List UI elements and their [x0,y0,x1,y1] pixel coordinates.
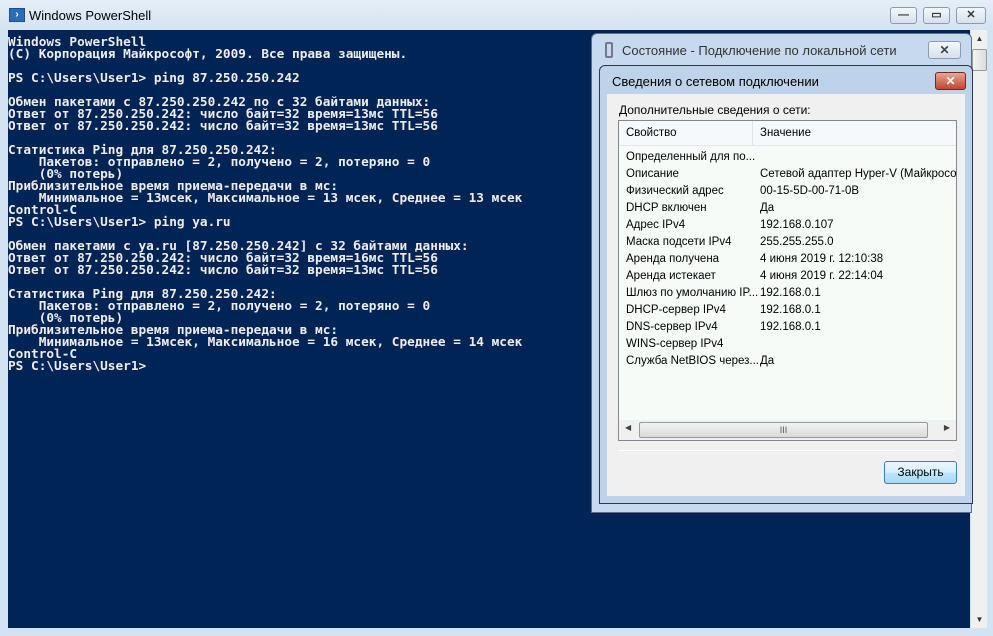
value-cell: 4 июня 2019 г. 22:14:04 [760,270,884,282]
property-cell: DNS-сервер IPv4 [626,321,718,333]
listview-row[interactable]: Шлюз по умолчанию IP... 192.168.0.1 [619,285,956,302]
close-button[interactable]: ✕ [956,7,986,24]
minimize-button[interactable]: — [890,7,917,24]
scroll-down-icon[interactable]: ▼ [971,611,988,628]
property-cell: DHCP-сервер IPv4 [626,304,726,316]
scroll-up-icon[interactable]: ▲ [971,30,988,47]
value-cell: 255.255.255.0 [760,236,834,248]
listview-row[interactable]: DHCP-сервер IPv4 192.168.0.1 [619,302,956,319]
property-cell: Адрес IPv4 [626,219,686,231]
powershell-title-bar[interactable]: › Windows PowerShell — ▭ ✕ [0,0,993,30]
column-header-value[interactable]: Значение [760,127,811,139]
value-cell: Да [760,355,775,367]
details-dialog-title: Сведения о сетевом подключении [612,74,819,89]
scroll-right-icon[interactable]: ▶ [944,423,950,432]
value-cell: 4 июня 2019 г. 12:10:38 [760,253,884,265]
value-cell: 192.168.0.1 [760,304,821,316]
listview-row[interactable]: DNS-сервер IPv4 192.168.0.1 [619,319,956,336]
property-cell: Маска подсети IPv4 [626,236,732,248]
listview-row[interactable]: Физический адрес 00-15-5D-00-71-0B [619,183,956,200]
listview-row[interactable]: Маска подсети IPv4 255.255.255.0 [619,234,956,251]
value-cell: Да [760,202,775,214]
property-cell: Аренда истекает [626,270,716,282]
listview-hscrollbar[interactable]: ◀ III ▶ [619,420,956,440]
scroll-left-icon[interactable]: ◀ [625,423,631,432]
details-dialog: Сведения о сетевом подключении ✕ Дополни… [599,65,973,504]
property-cell: Шлюз по умолчанию IP... [626,287,759,299]
value-cell: Сетевой адаптер Hyper-V (Майкрософт) [760,168,956,180]
property-cell: Определенный для по... [626,151,756,163]
value-cell: 192.168.0.1 [760,321,821,333]
property-cell: Аренда получена [626,253,720,265]
property-cell: Описание [626,168,679,180]
maximize-button[interactable]: ▭ [923,7,950,24]
listview-row[interactable]: Служба NetBIOS через... Да [619,353,956,370]
listview-row[interactable]: Адрес IPv4 192.168.0.107 [619,217,956,234]
window-title: Windows PowerShell [29,8,152,23]
divider [618,450,954,451]
powershell-icon: › [9,8,25,22]
listview-header: Свойство Значение [619,121,956,146]
value-cell: 192.168.0.107 [760,219,834,231]
status-dialog-close-button[interactable]: ✕ [928,41,961,59]
property-cell: DHCP включен [626,202,707,214]
scroll-thumb[interactable] [972,49,987,71]
property-cell: WINS-сервер IPv4 [626,338,724,350]
property-cell: Служба NetBIOS через... [626,355,759,367]
details-listview[interactable]: Свойство Значение Определенный для по...… [618,120,957,441]
listview-row[interactable]: WINS-сервер IPv4 [619,336,956,353]
details-label: Дополнительные сведения о сети: [619,103,811,117]
listview-row[interactable]: Аренда истекает 4 июня 2019 г. 22:14:04 [619,268,956,285]
close-dialog-button[interactable]: Закрыть [884,461,957,484]
hscroll-thumb[interactable]: III [639,422,928,438]
listview-row[interactable]: DHCP включен Да [619,200,956,217]
listview-row[interactable]: Определенный для по... [619,149,956,166]
value-cell: 192.168.0.1 [760,287,821,299]
network-connection-icon [605,42,613,58]
column-header-property[interactable]: Свойство [626,127,677,139]
property-cell: Физический адрес [626,185,724,197]
status-dialog-title: Состояние - Подключение по локальной сет… [622,43,897,58]
details-dialog-close-icon[interactable]: ✕ [935,72,966,90]
listview-row[interactable]: Описание Сетевой адаптер Hyper-V (Майкрос… [619,166,956,183]
listview-row[interactable]: Аренда получена 4 июня 2019 г. 12:10:38 [619,251,956,268]
value-cell: 00-15-5D-00-71-0B [760,185,860,197]
